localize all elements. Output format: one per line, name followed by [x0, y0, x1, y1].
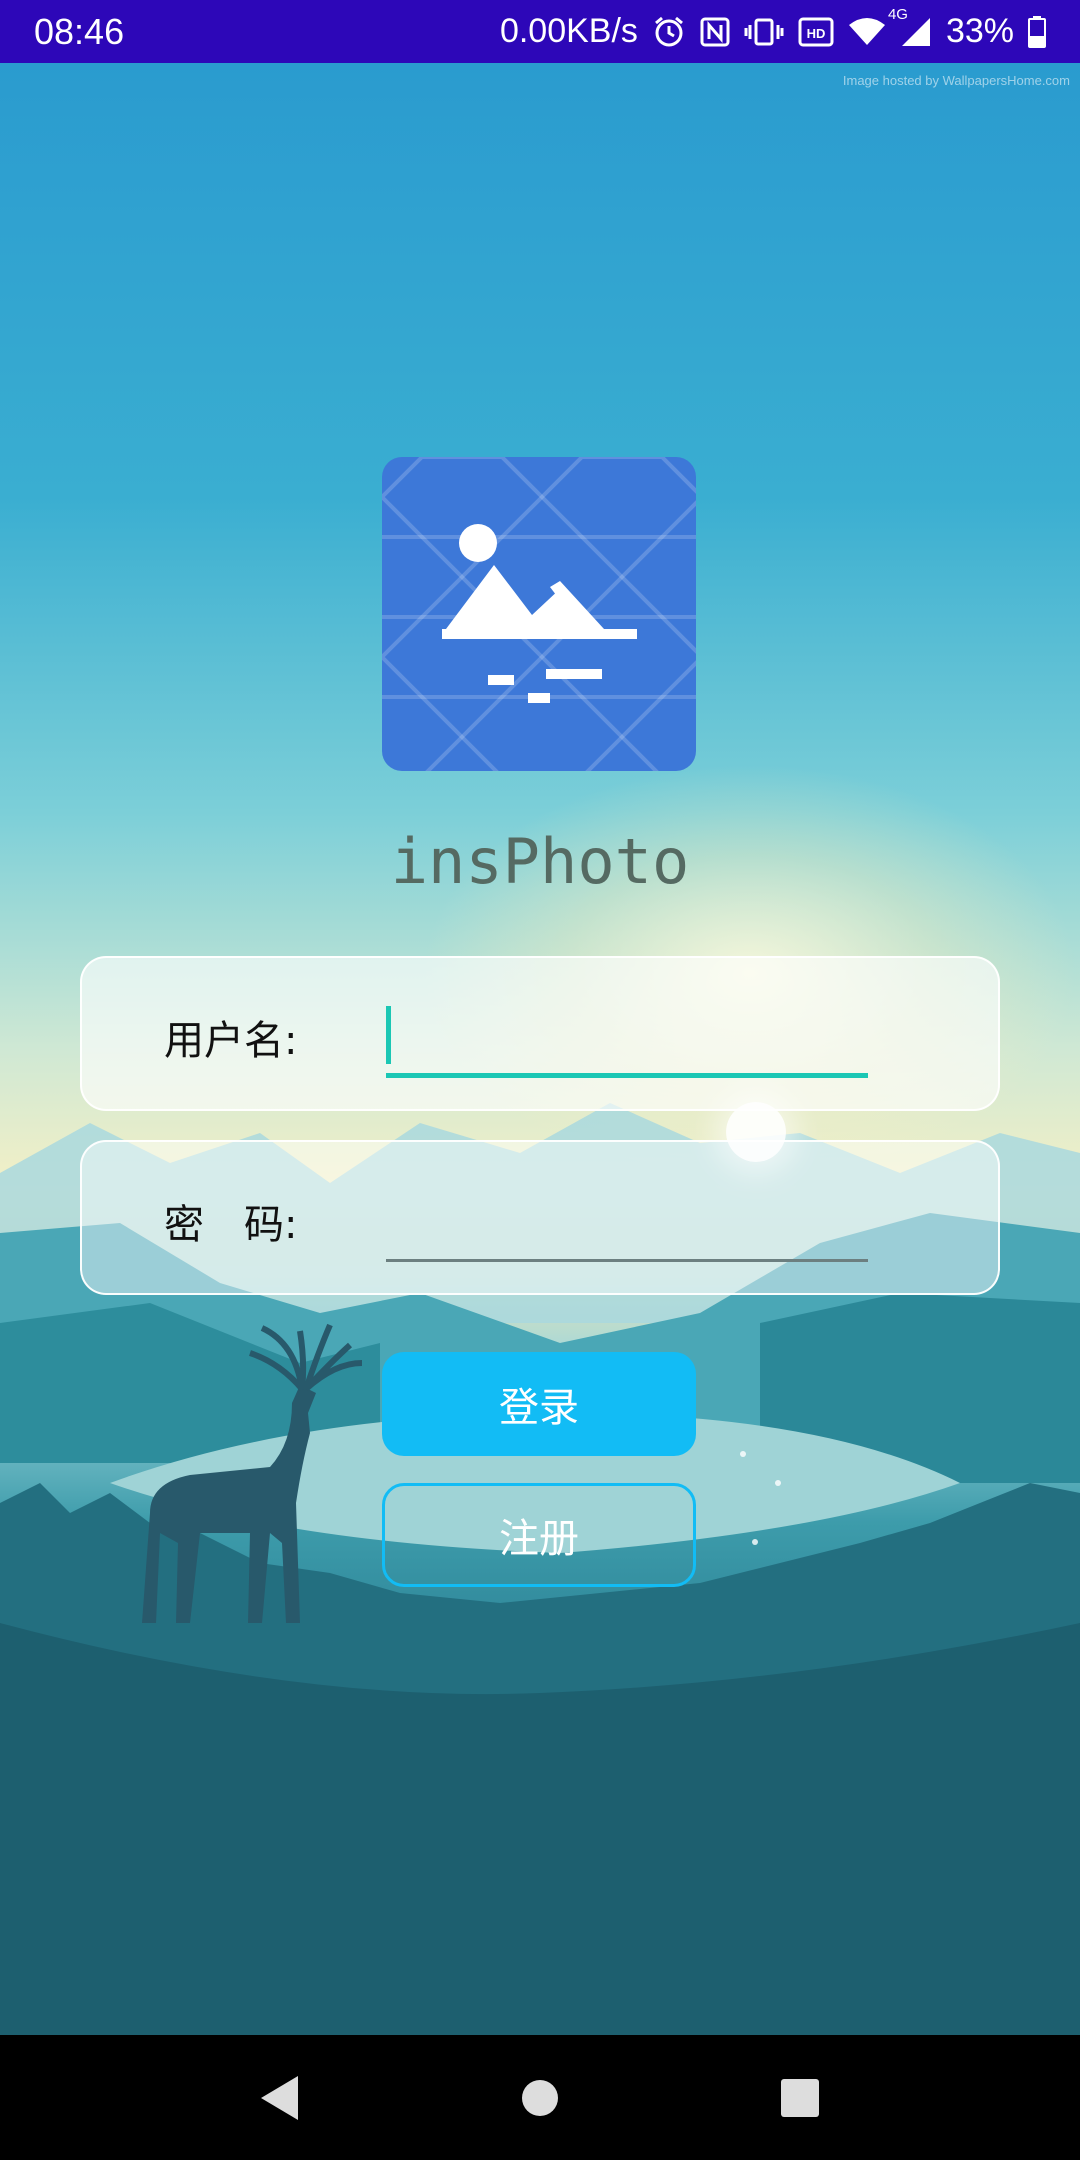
login-screen: Image hosted by WallpapersHome.com insPh…	[0, 63, 1080, 2035]
hd-icon: HD	[798, 17, 834, 47]
recents-button[interactable]	[755, 2053, 845, 2143]
battery-percent: 33%	[945, 12, 1014, 50]
watermark: Image hosted by WallpapersHome.com	[842, 73, 1070, 88]
home-button[interactable]	[495, 2053, 585, 2143]
alarm-icon	[652, 15, 686, 49]
username-input[interactable]	[386, 990, 868, 1078]
register-button[interactable]: 注册	[382, 1483, 696, 1587]
wifi-icon	[848, 17, 886, 47]
status-time: 08:46	[34, 10, 125, 52]
text-cursor	[386, 1006, 391, 1064]
battery-icon	[1028, 15, 1046, 48]
signal-icon: 4G	[888, 6, 932, 48]
vibrate-icon	[744, 17, 784, 47]
app-logo	[382, 457, 696, 771]
svg-text:HD: HD	[807, 26, 826, 41]
navigation-bar	[0, 2035, 1080, 2160]
image-mountain-icon	[382, 457, 696, 771]
network-type: 4G	[887, 5, 908, 23]
status-icons: 0.00KB/s HD 4G 33%	[499, 6, 1046, 51]
password-label: 密 码:	[164, 1202, 298, 1248]
app-name: insPhoto	[390, 825, 690, 898]
net-speed: 0.00KB/s	[499, 12, 638, 50]
username-field-container: 用户名:	[80, 956, 1000, 1111]
password-input[interactable]	[386, 1174, 868, 1262]
login-button[interactable]: 登录	[382, 1352, 696, 1456]
back-button[interactable]	[235, 2053, 325, 2143]
password-field-container: 密 码:	[80, 1140, 1000, 1295]
username-label: 用户名:	[164, 1018, 298, 1064]
home-icon	[522, 2079, 558, 2116]
back-icon	[261, 2075, 298, 2120]
nfc-icon	[700, 17, 730, 47]
recents-icon	[781, 2078, 819, 2117]
status-bar: 08:46 0.00KB/s HD 4G 33%	[0, 0, 1080, 63]
